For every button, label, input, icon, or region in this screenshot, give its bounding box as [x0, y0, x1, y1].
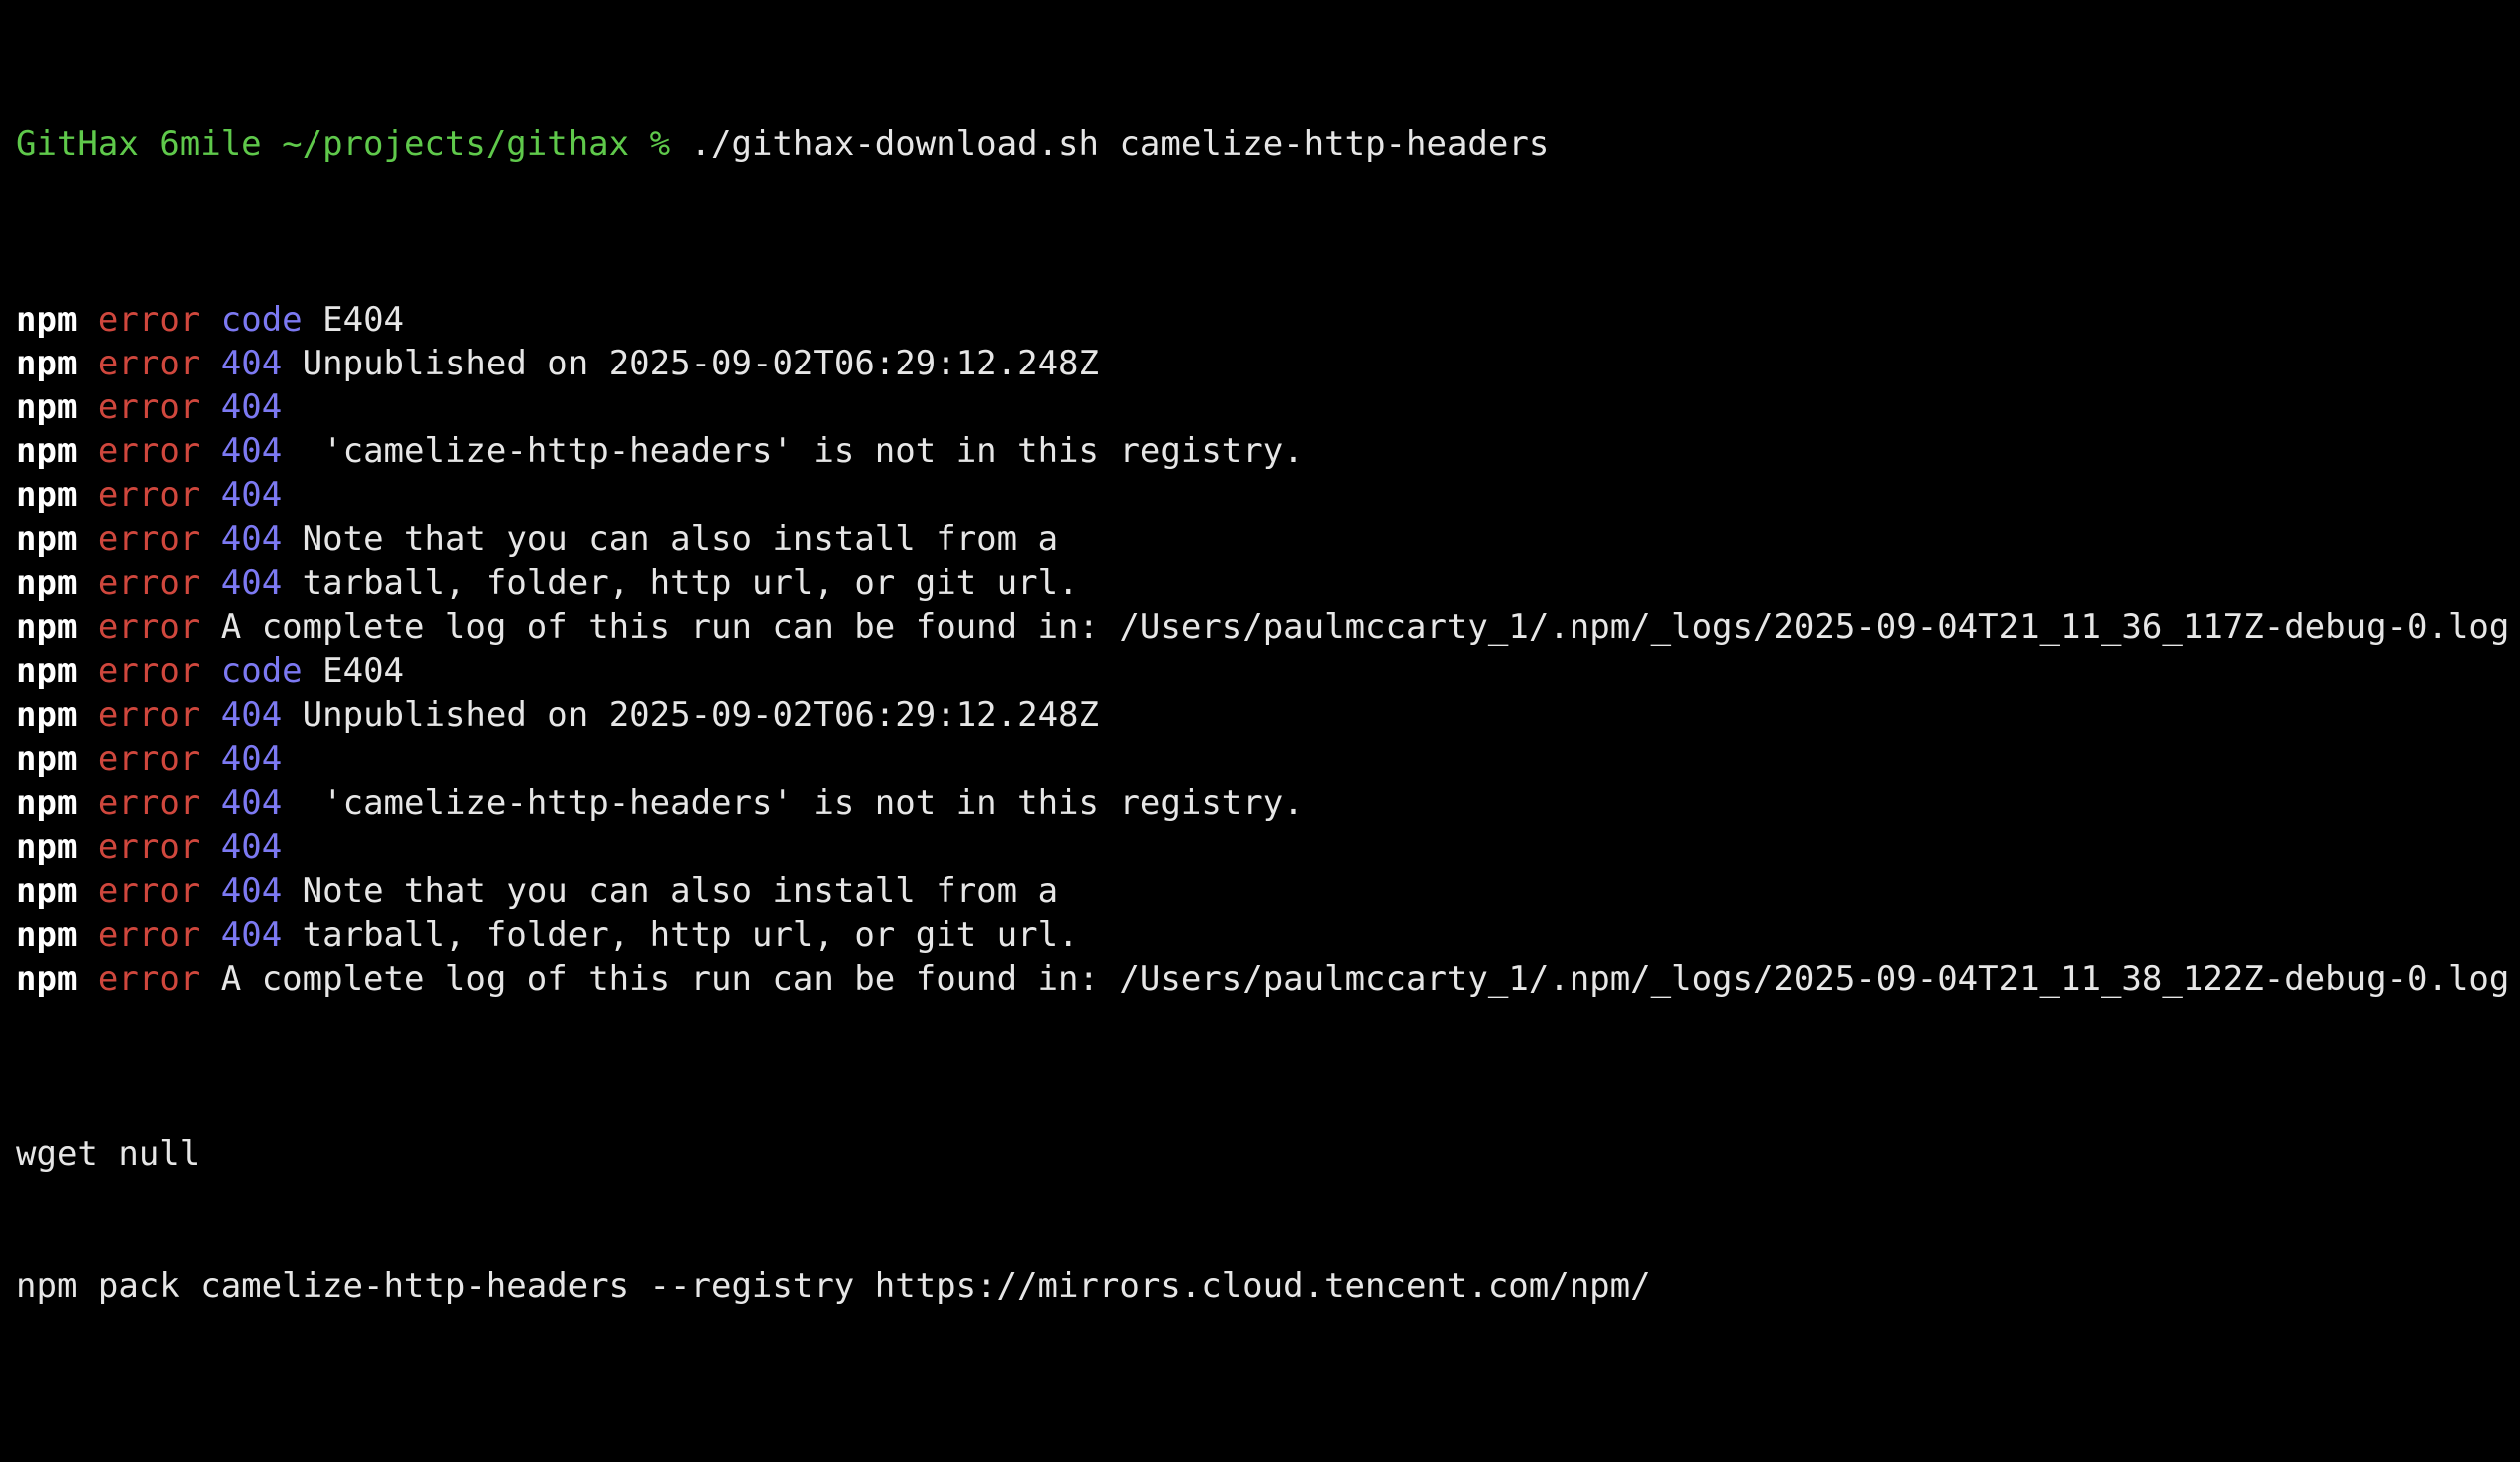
npm-label: npm [16, 475, 78, 515]
error-label: error [97, 300, 201, 340]
output-line: npm pack camelize-http-headers --registr… [16, 1266, 1651, 1306]
npm-label: npm [16, 695, 78, 735]
error-code: 404 [220, 871, 283, 911]
npm-error-line: npm error A complete log of this run can… [16, 605, 2520, 649]
npm-error-line: npm error 404 [16, 473, 2520, 517]
npm-label: npm [16, 431, 78, 471]
error-message: 'camelize-http-headers' is not in this r… [302, 431, 1304, 471]
npm-error-line: npm error code E404 [16, 649, 2520, 693]
error-code: 404 [220, 783, 283, 823]
npm-error-line: npm error 404 tarball, folder, http url,… [16, 913, 2520, 957]
npm-label: npm [16, 739, 78, 779]
npm-label: npm [16, 827, 78, 867]
error-label: error [97, 519, 201, 559]
npm-error-output: npm error code E404 npm error 404 Unpubli… [16, 298, 2520, 1001]
error-code: 404 [220, 519, 283, 559]
error-label: error [97, 783, 201, 823]
error-code: 404 [220, 387, 283, 427]
error-message: A complete log of this run can be found … [220, 607, 2510, 647]
npm-label: npm [16, 651, 78, 691]
npm-label: npm [16, 519, 78, 559]
npm-error-line: npm error 404 Note that you can also ins… [16, 869, 2520, 913]
error-label: error [97, 387, 201, 427]
truncated-line [16, 1396, 2520, 1418]
error-label: error [97, 607, 201, 647]
error-message: 'camelize-http-headers' is not in this r… [302, 783, 1304, 823]
error-label: error [97, 651, 201, 691]
error-label: error [97, 563, 201, 603]
npm-error-line: npm error code E404 [16, 298, 2520, 342]
error-code: code [220, 651, 303, 691]
npm-error-line: npm error 404 [16, 825, 2520, 869]
error-label: error [97, 739, 201, 779]
error-message: E404 [322, 300, 405, 340]
error-message: tarball, folder, http url, or git url. [302, 915, 1079, 955]
npm-label: npm [16, 563, 78, 603]
error-code: 404 [220, 739, 283, 779]
npm-error-line: npm error 404 'camelize-http-headers' is… [16, 781, 2520, 825]
error-label: error [97, 827, 201, 867]
error-message: A complete log of this run can be found … [220, 959, 2510, 999]
error-label: error [97, 475, 201, 515]
prompt-user-host: GitHax 6mile [16, 124, 262, 164]
error-message: Note that you can also install from a [302, 519, 1059, 559]
error-code: 404 [220, 475, 283, 515]
output-line: wget null [16, 1134, 201, 1174]
terminal-output[interactable]: GitHax 6mile ~/projects/githax % ./githa… [16, 34, 2520, 1462]
error-label: error [97, 695, 201, 735]
error-label: error [97, 431, 201, 471]
npm-label: npm [16, 344, 78, 383]
npm-error-line: npm error 404 'camelize-http-headers' is… [16, 429, 2520, 473]
npm-label: npm [16, 300, 78, 340]
npm-error-line: npm error 404 Unpublished on 2025-09-02T… [16, 693, 2520, 737]
error-code: 404 [220, 431, 283, 471]
error-code: 404 [220, 695, 283, 735]
error-message: Unpublished on 2025-09-02T06:29:12.248Z [302, 344, 1099, 383]
npm-error-line: npm error 404 tarball, folder, http url,… [16, 561, 2520, 605]
npm-error-line: npm error 404 [16, 385, 2520, 429]
prompt-path: ~/projects/githax [282, 124, 630, 164]
npm-error-line: npm error 404 [16, 737, 2520, 781]
error-code: 404 [220, 563, 283, 603]
npm-label: npm [16, 871, 78, 911]
npm-label: npm [16, 915, 78, 955]
error-label: error [97, 915, 201, 955]
error-message: tarball, folder, http url, or git url. [302, 563, 1079, 603]
error-code: 404 [220, 827, 283, 867]
prompt-symbol: % [649, 124, 671, 164]
error-code: 404 [220, 344, 283, 383]
error-label: error [97, 959, 201, 999]
npm-label: npm [16, 783, 78, 823]
npm-error-line: npm error A complete log of this run can… [16, 957, 2520, 1001]
prompt-line: GitHax 6mile ~/projects/githax % ./githa… [16, 122, 2520, 166]
npm-error-line: npm error 404 Note that you can also ins… [16, 517, 2520, 561]
error-code: 404 [220, 915, 283, 955]
npm-error-line: npm error 404 Unpublished on 2025-09-02T… [16, 342, 2520, 385]
error-label: error [97, 871, 201, 911]
error-code: code [220, 300, 303, 340]
error-message: Unpublished on 2025-09-02T06:29:12.248Z [302, 695, 1099, 735]
error-label: error [97, 344, 201, 383]
error-message: E404 [322, 651, 405, 691]
npm-label: npm [16, 959, 78, 999]
npm-label: npm [16, 607, 78, 647]
command-text: ./githax-download.sh camelize-http-heade… [690, 124, 1550, 164]
npm-label: npm [16, 387, 78, 427]
error-message: Note that you can also install from a [302, 871, 1059, 911]
